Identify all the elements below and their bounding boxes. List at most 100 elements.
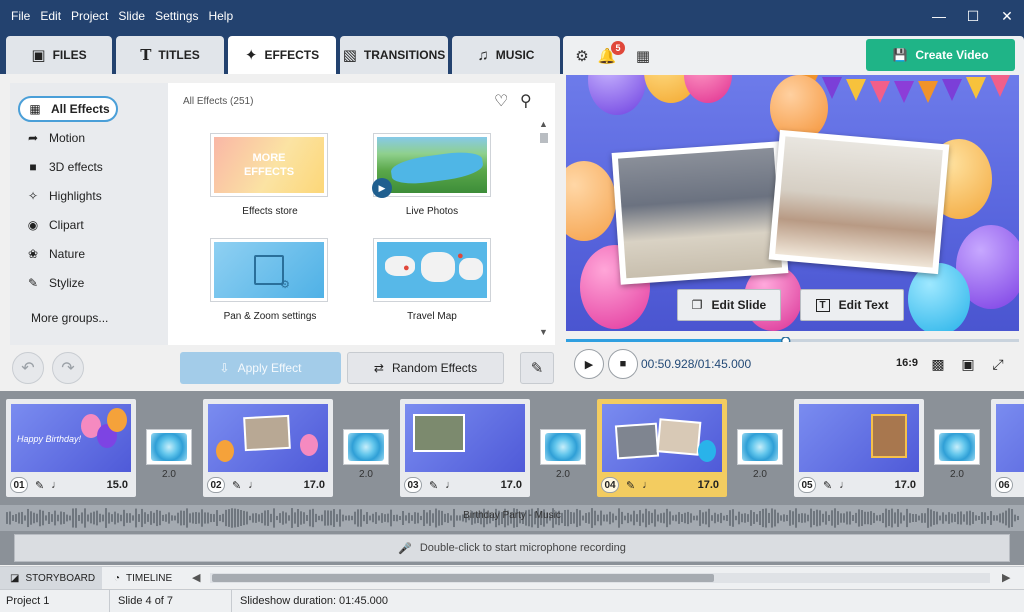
- menu-edit[interactable]: Edit: [35, 0, 66, 32]
- transition-thumb[interactable]: [540, 429, 586, 465]
- group-stylize[interactable]: ✎ Stylize: [18, 270, 118, 296]
- volume-icon[interactable]: ♩: [248, 479, 259, 491]
- menu-project[interactable]: Project: [66, 0, 113, 32]
- river-shape: [389, 148, 485, 188]
- slide-card-02[interactable]: 02 ✎ ♩ 17.0: [203, 399, 333, 497]
- close-icon[interactable]: ✕: [990, 0, 1024, 32]
- playback-seek-bar[interactable]: [566, 334, 1019, 346]
- microphone-record-area[interactable]: 🎤 Double-click to start microphone recor…: [14, 534, 1010, 562]
- effect-thumb-pan-zoom[interactable]: ⚙: [210, 238, 328, 302]
- edit-pencil-icon[interactable]: ✎: [823, 479, 832, 492]
- search-icon[interactable]: ⚲: [520, 91, 532, 111]
- slide-card-05[interactable]: 05 ✎ ♩ 17.0: [794, 399, 924, 497]
- transition-thumb[interactable]: [737, 429, 783, 465]
- volume-icon[interactable]: ♩: [445, 479, 456, 491]
- group-nature[interactable]: ❀ Nature: [18, 241, 118, 267]
- transition-thumb[interactable]: [934, 429, 980, 465]
- scroll-left-icon[interactable]: ◀: [192, 571, 200, 584]
- redo-button[interactable]: ↷: [52, 352, 84, 384]
- party-photo-left: [611, 141, 789, 285]
- status-bar: Project 1 Slide 4 of 7 Slideshow duratio…: [0, 589, 1024, 612]
- scroll-up-icon[interactable]: ▲: [539, 119, 548, 129]
- effect-thumb-effects-store[interactable]: MORE EFFECTS: [210, 133, 328, 197]
- edit-pencil-icon[interactable]: ✎: [429, 479, 438, 492]
- menu-settings[interactable]: Settings: [150, 0, 203, 32]
- edit-pencil-icon[interactable]: ✎: [232, 479, 241, 492]
- tab-effects[interactable]: ✦ EFFECTS: [228, 36, 336, 74]
- favorites-heart-icon[interactable]: ♡: [494, 91, 508, 111]
- group-clipart[interactable]: ◉ Clipart: [18, 212, 118, 238]
- snapshot-icon[interactable]: ▣: [958, 354, 978, 374]
- slide-number: 03: [404, 477, 422, 493]
- settings-gear-icon[interactable]: ⚙: [572, 46, 592, 66]
- image-gallery-icon[interactable]: ▦: [633, 46, 653, 66]
- storyboard-icon: ◪: [10, 572, 20, 584]
- tab-titles[interactable]: T TITLES: [116, 36, 224, 74]
- stop-icon: ■: [619, 358, 627, 370]
- frame-icon[interactable]: ▩: [928, 354, 948, 374]
- title-bar: File Edit Project Slide Settings Help — …: [0, 0, 1024, 32]
- edit-slide-icon: ❐: [691, 298, 703, 312]
- transition-thumb[interactable]: [343, 429, 389, 465]
- microphone-label: Double-click to start microphone recordi…: [419, 542, 626, 554]
- tab-transitions[interactable]: ▧ TRANSITIONS: [340, 36, 448, 74]
- edit-pencil-icon[interactable]: ✎: [35, 479, 44, 492]
- edit-slide-button[interactable]: ❐ Edit Slide: [677, 289, 781, 321]
- edit-pencil-icon[interactable]: ✎: [626, 479, 635, 492]
- scroll-down-icon[interactable]: ▼: [539, 327, 548, 337]
- tab-music-label: MUSIC: [495, 48, 535, 62]
- menu-slide[interactable]: Slide: [113, 0, 150, 32]
- clear-effects-button[interactable]: ✎: [520, 352, 554, 384]
- timeline-scrollbar[interactable]: [210, 573, 990, 583]
- volume-icon[interactable]: ♩: [51, 479, 62, 491]
- shuffle-icon: ⇄: [373, 361, 384, 375]
- slide-number: 01: [10, 477, 28, 493]
- group-motion[interactable]: ➦ Motion: [18, 125, 118, 151]
- slide-card-04[interactable]: 04 ✎ ♩ 17.0: [597, 399, 727, 497]
- slide-duration: 17.0: [697, 479, 719, 491]
- random-effects-button[interactable]: ⇄ Random Effects: [347, 352, 504, 384]
- music-icon: ♫: [477, 46, 489, 64]
- group-all-effects[interactable]: ▦ All Effects: [18, 96, 118, 122]
- menu-help[interactable]: Help: [203, 0, 238, 32]
- brush-icon: ✎: [27, 276, 39, 290]
- tab-timeline[interactable]: ◔ TIMELINE: [104, 567, 184, 589]
- more-groups-link[interactable]: More groups...: [31, 311, 108, 325]
- slide-preview[interactable]: ❐ Edit Slide T Edit Text: [566, 75, 1019, 331]
- aspect-ratio-toggle[interactable]: 16:9: [896, 357, 918, 369]
- tab-storyboard[interactable]: ◪ STORYBOARD: [0, 567, 102, 589]
- effects-scrollbar[interactable]: ▲ ▼: [537, 119, 551, 341]
- apply-effect-button[interactable]: ⇩ Apply Effect: [180, 352, 341, 384]
- tab-files[interactable]: ▣ FILES: [6, 36, 112, 74]
- group-highlights[interactable]: ✧ Highlights: [18, 183, 118, 209]
- scroll-thumb[interactable]: [540, 133, 548, 143]
- audio-track[interactable]: Birthday Party - Music: [0, 505, 1024, 531]
- effect-label: Live Photos: [405, 206, 459, 217]
- transition-duration: 2.0: [753, 469, 767, 480]
- slide-card-03[interactable]: 03 ✎ ♩ 17.0: [400, 399, 530, 497]
- slide-card-06[interactable]: 06: [991, 399, 1024, 497]
- edit-text-button[interactable]: T Edit Text: [800, 289, 904, 321]
- create-video-button[interactable]: 💾 Create Video: [866, 39, 1015, 71]
- undo-icon: ↶: [21, 360, 35, 377]
- minimize-icon[interactable]: —: [922, 0, 956, 32]
- window-controls: — ☐ ✕: [922, 0, 1024, 32]
- volume-icon[interactable]: ♩: [839, 479, 850, 491]
- maximize-icon[interactable]: ☐: [956, 0, 990, 32]
- tab-music[interactable]: ♫ MUSIC: [452, 36, 560, 74]
- transition-thumb[interactable]: [146, 429, 192, 465]
- scroll-right-icon[interactable]: ▶: [1002, 571, 1010, 584]
- menu-file[interactable]: File: [6, 0, 35, 32]
- slide-thumbnail: [602, 404, 722, 472]
- stop-button[interactable]: ■: [608, 349, 638, 379]
- slide-number: 02: [207, 477, 225, 493]
- timeline-scroll-thumb[interactable]: [212, 574, 714, 582]
- fullscreen-icon[interactable]: ⤢: [988, 354, 1008, 374]
- group-3d-effects[interactable]: ■ 3D effects: [18, 154, 118, 180]
- group-label: Highlights: [49, 189, 102, 203]
- slide-card-01[interactable]: Happy Birthday! 01 ✎ ♩ 15.0: [6, 399, 136, 497]
- volume-icon[interactable]: ♩: [642, 479, 653, 491]
- undo-button[interactable]: ↶: [12, 352, 44, 384]
- play-button[interactable]: ▶: [574, 349, 604, 379]
- effect-thumb-travel-map[interactable]: ● ●: [373, 238, 491, 302]
